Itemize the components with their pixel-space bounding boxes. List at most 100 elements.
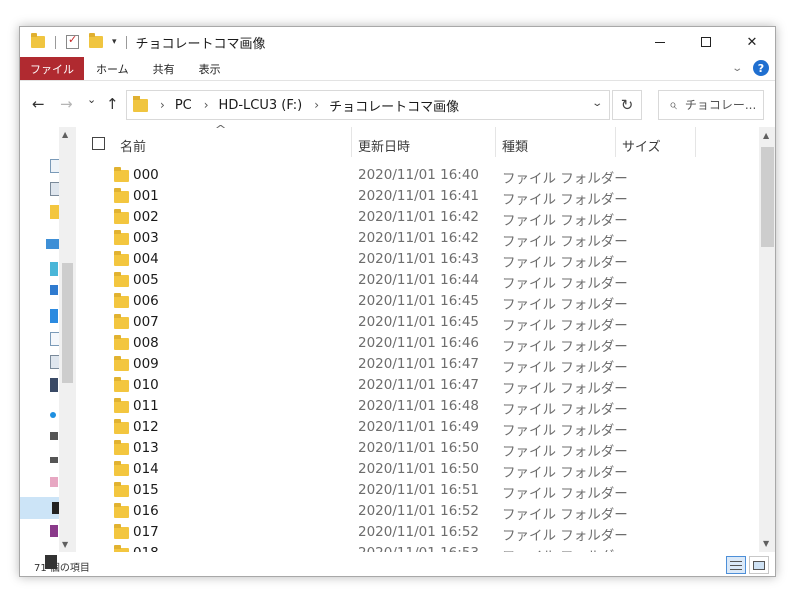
music-icon[interactable] <box>50 412 56 418</box>
explorer-window: ▾ チョコレートコマ画像 ✕ ファイル ホーム 共有 表示 ⌄ ? ← → ⌄ … <box>19 26 776 577</box>
column-header-type[interactable]: 種類 <box>502 136 528 155</box>
file-type: ファイル フォルダー <box>502 213 628 229</box>
file-row[interactable]: 013 2020/11/01 16:50 ファイル フォルダー <box>76 439 758 460</box>
file-date: 2020/11/01 16:52 <box>358 503 480 519</box>
file-row[interactable]: 003 2020/11/01 16:42 ファイル フォルダー <box>76 229 758 250</box>
desktop-icon[interactable] <box>50 309 58 323</box>
new-folder-icon[interactable] <box>89 33 103 48</box>
column-divider[interactable] <box>615 127 616 157</box>
back-button[interactable]: ← <box>32 95 45 113</box>
file-name: 006 <box>133 293 159 309</box>
file-type: ファイル フォルダー <box>502 297 628 313</box>
file-row[interactable]: 006 2020/11/01 16:45 ファイル フォルダー <box>76 292 758 313</box>
column-header-date[interactable]: 更新日時 <box>358 136 410 155</box>
close-button[interactable]: ✕ <box>729 27 775 57</box>
tab-home[interactable]: ホーム <box>84 57 141 81</box>
minimize-button[interactable] <box>637 27 683 57</box>
file-row[interactable]: 004 2020/11/01 16:43 ファイル フォルダー <box>76 250 758 271</box>
folder-icon <box>114 209 129 224</box>
file-row[interactable]: 016 2020/11/01 16:52 ファイル フォルダー <box>76 502 758 523</box>
folder-icon <box>114 482 129 497</box>
scroll-down-icon[interactable]: ▼ <box>62 540 68 549</box>
chevron-right-icon[interactable]: › <box>204 98 209 112</box>
folder-icon <box>114 167 129 182</box>
pc-icon[interactable] <box>46 239 60 249</box>
scrollbar-thumb[interactable] <box>761 147 774 247</box>
file-name: 003 <box>133 230 159 246</box>
column-divider[interactable] <box>351 127 352 157</box>
column-header-name[interactable]: 名前 <box>120 136 146 155</box>
file-date: 2020/11/01 16:44 <box>358 272 480 288</box>
tab-share[interactable]: 共有 <box>141 57 187 81</box>
search-input[interactable] <box>684 98 755 112</box>
scroll-up-icon[interactable]: ▲ <box>62 130 68 139</box>
file-row[interactable]: 000 2020/11/01 16:40 ファイル フォルダー <box>76 166 758 187</box>
maximize-button[interactable] <box>683 27 729 57</box>
3d-objects-icon[interactable] <box>50 262 58 276</box>
download-icon[interactable] <box>50 285 58 295</box>
scroll-up-icon[interactable]: ▲ <box>763 131 769 140</box>
breadcrumb-drive[interactable]: HD-LCU3 (F:) <box>219 98 303 113</box>
chevron-down-icon[interactable]: ⌄ <box>591 98 603 109</box>
app-icon[interactable] <box>50 525 58 537</box>
address-bar[interactable]: › PC › HD-LCU3 (F:) › チョコレートコマ画像 ⌄ <box>126 90 610 120</box>
file-row[interactable]: 005 2020/11/01 16:44 ファイル フォルダー <box>76 271 758 292</box>
file-row[interactable]: 017 2020/11/01 16:52 ファイル フォルダー <box>76 523 758 544</box>
folder-icon <box>114 251 129 266</box>
scroll-down-icon[interactable]: ▼ <box>763 539 769 548</box>
file-row[interactable]: 012 2020/11/01 16:49 ファイル フォルダー <box>76 418 758 439</box>
file-row[interactable]: 014 2020/11/01 16:50 ファイル フォルダー <box>76 460 758 481</box>
help-icon[interactable]: ? <box>753 60 769 76</box>
forward-button[interactable]: → <box>60 95 73 113</box>
customize-toolbar-icon[interactable]: ▾ <box>112 37 117 47</box>
file-row[interactable]: 018 2020/11/01 16:53 ファイル フォルダー <box>76 544 758 552</box>
file-row[interactable]: 007 2020/11/01 16:45 ファイル フォルダー <box>76 313 758 334</box>
column-divider[interactable] <box>495 127 496 157</box>
chevron-right-icon[interactable]: › <box>160 98 165 112</box>
file-list-scrollbar[interactable]: ▲ ▼ <box>759 127 775 552</box>
close-icon: ✕ <box>746 34 758 50</box>
view-buttons <box>726 556 769 574</box>
file-row[interactable]: 001 2020/11/01 16:41 ファイル フォルダー <box>76 187 758 208</box>
usb-drive-icon[interactable] <box>50 477 58 487</box>
file-row[interactable]: 015 2020/11/01 16:51 ファイル フォルダー <box>76 481 758 502</box>
file-date: 2020/11/01 16:49 <box>358 419 480 435</box>
large-icons-view-button[interactable] <box>749 556 769 574</box>
chevron-right-icon[interactable]: › <box>314 98 319 112</box>
file-row[interactable]: 010 2020/11/01 16:47 ファイル フォルダー <box>76 376 758 397</box>
selected-drive-highlight[interactable] <box>20 497 59 519</box>
column-divider[interactable] <box>695 127 696 157</box>
expand-ribbon-icon[interactable]: ⌄ <box>731 63 743 74</box>
recent-locations-button[interactable]: ⌄ <box>87 93 96 106</box>
properties-icon[interactable] <box>66 33 79 49</box>
file-name: 000 <box>133 167 159 183</box>
navigation-pane-scrollbar[interactable]: ▲ ▼ <box>59 127 76 552</box>
file-type: ファイル フォルダー <box>502 444 628 460</box>
breadcrumb-pc[interactable]: PC <box>175 98 192 113</box>
tab-file[interactable]: ファイル <box>20 57 84 80</box>
folder-icon <box>114 545 129 552</box>
file-row[interactable]: 009 2020/11/01 16:47 ファイル フォルダー <box>76 355 758 376</box>
file-row[interactable]: 002 2020/11/01 16:42 ファイル フォルダー <box>76 208 758 229</box>
search-box[interactable]: ⌕ <box>658 90 764 120</box>
file-row[interactable]: 008 2020/11/01 16:46 ファイル フォルダー <box>76 334 758 355</box>
drive-icon[interactable] <box>50 457 58 463</box>
refresh-button[interactable]: ↻ <box>612 90 642 120</box>
breadcrumb-folder[interactable]: チョコレートコマ画像 <box>329 96 459 115</box>
scrollbar-thumb[interactable] <box>62 263 73 383</box>
sort-ascending-icon: ^ <box>214 123 227 136</box>
local-disk-icon[interactable] <box>50 432 58 440</box>
folder-icon <box>114 419 129 434</box>
folder-icon <box>31 33 45 48</box>
search-icon: ⌕ <box>669 97 677 113</box>
up-button[interactable]: ↑ <box>106 95 119 113</box>
file-date: 2020/11/01 16:45 <box>358 314 480 330</box>
details-view-button[interactable] <box>726 556 746 574</box>
window-controls: ✕ <box>637 27 775 57</box>
large-icons-view-icon <box>753 560 765 570</box>
videos-icon[interactable] <box>50 378 58 392</box>
column-header-size[interactable]: サイズ <box>622 136 661 155</box>
file-row[interactable]: 011 2020/11/01 16:48 ファイル フォルダー <box>76 397 758 418</box>
tab-view[interactable]: 表示 <box>187 57 233 81</box>
select-all-checkbox[interactable] <box>92 137 105 150</box>
